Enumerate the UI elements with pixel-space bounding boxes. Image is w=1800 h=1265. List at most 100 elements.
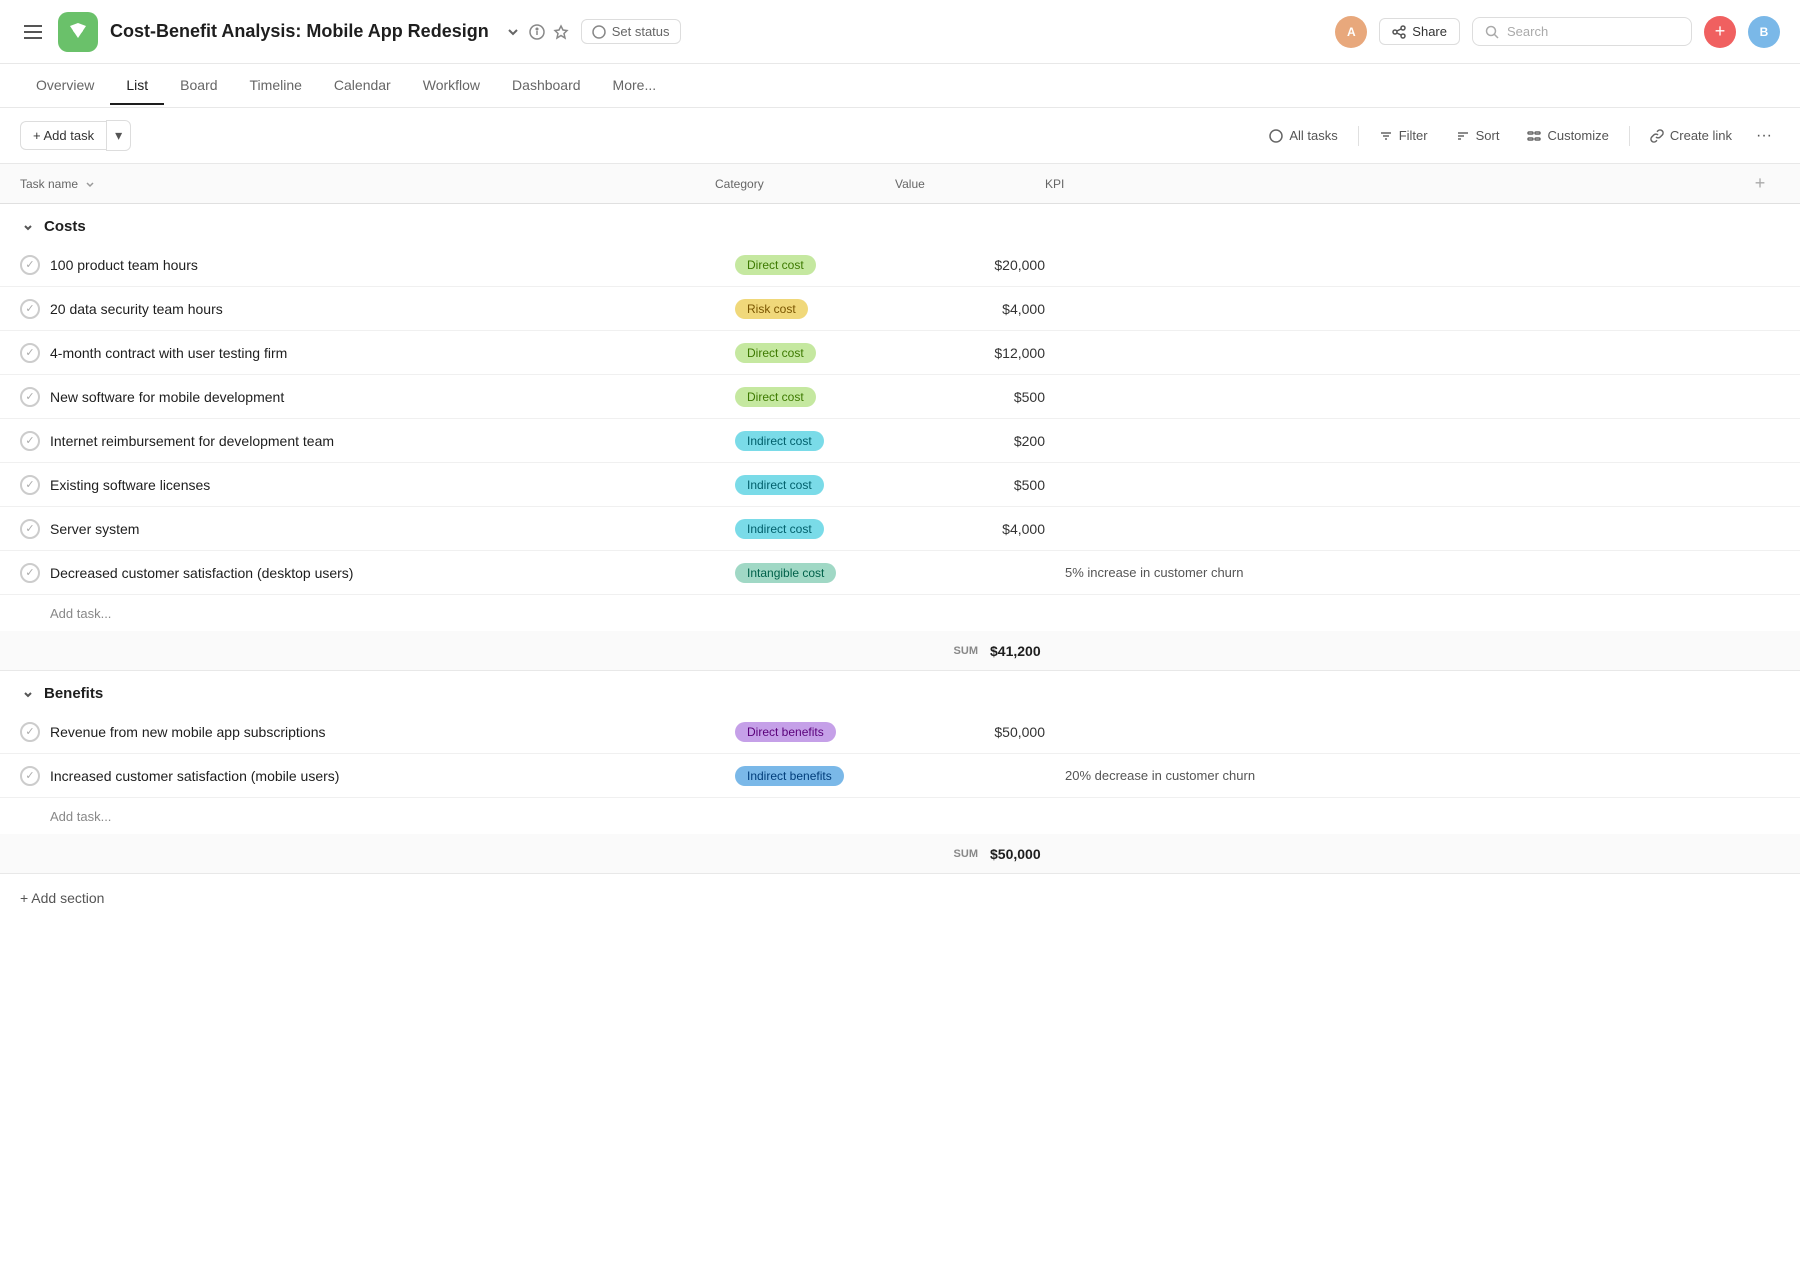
- task-name-col: ✓ New software for mobile development: [20, 387, 735, 407]
- info-icon[interactable]: [529, 24, 545, 40]
- link-icon: [1650, 129, 1664, 143]
- category-badge: Indirect benefits: [735, 766, 844, 786]
- task-category-col: Risk cost: [735, 299, 915, 319]
- table-row: ✓ 20 data security team hours Risk cost …: [0, 287, 1800, 331]
- task-value-col: $500: [915, 477, 1065, 493]
- create-link-button[interactable]: Create link: [1638, 122, 1744, 149]
- add-task-inline-benefits[interactable]: Add task...: [20, 809, 111, 824]
- chevron-down-icon[interactable]: [505, 24, 521, 40]
- tab-overview[interactable]: Overview: [20, 67, 110, 105]
- search-box[interactable]: Search: [1472, 17, 1692, 46]
- filter-button[interactable]: Filter: [1367, 122, 1440, 149]
- task-checkbox[interactable]: ✓: [20, 387, 40, 407]
- task-checkbox[interactable]: ✓: [20, 431, 40, 451]
- task-name: Revenue from new mobile app subscription…: [50, 724, 325, 740]
- tab-calendar[interactable]: Calendar: [318, 67, 407, 105]
- category-badge: Direct cost: [735, 343, 816, 363]
- table-row: ✓ Existing software licenses Indirect co…: [0, 463, 1800, 507]
- customize-icon: [1527, 129, 1541, 143]
- task-checkbox[interactable]: ✓: [20, 343, 40, 363]
- tab-dashboard[interactable]: Dashboard: [496, 67, 597, 105]
- header-right: A Share Search + B: [1335, 16, 1780, 48]
- sum-label: SUM: [930, 645, 982, 657]
- sum-label-b: SUM: [930, 848, 982, 860]
- tab-timeline[interactable]: Timeline: [234, 67, 318, 105]
- toolbar-right: All tasks Filter Sort Customize Create l…: [1257, 121, 1780, 151]
- task-checkbox[interactable]: ✓: [20, 299, 40, 319]
- sum-value-costs: $41,200: [990, 643, 1060, 659]
- task-checkbox[interactable]: ✓: [20, 255, 40, 275]
- col-category-header: Category: [715, 177, 895, 191]
- sum-value-benefits: $50,000: [990, 846, 1060, 862]
- customize-button[interactable]: Customize: [1515, 122, 1620, 149]
- tab-workflow[interactable]: Workflow: [407, 67, 496, 105]
- task-value-col: $12,000: [915, 345, 1065, 361]
- task-checkbox[interactable]: ✓: [20, 519, 40, 539]
- add-button[interactable]: +: [1704, 16, 1736, 48]
- category-badge: Risk cost: [735, 299, 808, 319]
- task-value-col: $4,000: [915, 521, 1065, 537]
- section-benefits-header: Benefits: [0, 671, 1800, 710]
- task-category-col: Indirect cost: [735, 475, 915, 495]
- divider-1: [1358, 126, 1359, 146]
- avatar-2: B: [1748, 16, 1780, 48]
- add-section-label: + Add section: [20, 890, 104, 906]
- task-value-col: $4,000: [915, 301, 1065, 317]
- table-row: ✓ Decreased customer satisfaction (deskt…: [0, 551, 1800, 595]
- task-name-col: ✓ Revenue from new mobile app subscripti…: [20, 722, 735, 742]
- task-checkbox[interactable]: ✓: [20, 722, 40, 742]
- task-name: Decreased customer satisfaction (desktop…: [50, 565, 353, 581]
- col-chevron-icon[interactable]: [84, 178, 96, 190]
- category-badge: Indirect cost: [735, 431, 824, 451]
- hamburger-menu[interactable]: [20, 21, 46, 43]
- section-benefits-toggle[interactable]: [20, 686, 36, 702]
- table-row: ✓ Server system Indirect cost $4,000: [0, 507, 1800, 551]
- col-add-button[interactable]: +: [1740, 173, 1780, 194]
- task-category-col: Indirect benefits: [735, 766, 915, 786]
- task-name-col: ✓ Increased customer satisfaction (mobil…: [20, 766, 735, 786]
- tab-list[interactable]: List: [110, 67, 164, 105]
- task-name: 4-month contract with user testing firm: [50, 345, 287, 361]
- add-task-inline-costs[interactable]: Add task...: [20, 606, 111, 621]
- category-badge: Direct cost: [735, 387, 816, 407]
- more-button[interactable]: ···: [1748, 121, 1780, 151]
- add-task-group: + Add task ▾: [20, 120, 131, 151]
- set-status-button[interactable]: Set status: [581, 19, 681, 44]
- task-checkbox[interactable]: ✓: [20, 563, 40, 583]
- add-section-button[interactable]: + Add section: [0, 874, 1800, 922]
- avatar-1: A: [1335, 16, 1367, 48]
- table-row: ✓ Revenue from new mobile app subscripti…: [0, 710, 1800, 754]
- task-checkbox[interactable]: ✓: [20, 475, 40, 495]
- task-name-col: ✓ 100 product team hours: [20, 255, 735, 275]
- share-button[interactable]: Share: [1379, 18, 1460, 45]
- task-kpi-col: 5% increase in customer churn: [1065, 565, 1780, 580]
- table-row: ✓ 4-month contract with user testing fir…: [0, 331, 1800, 375]
- sort-button[interactable]: Sort: [1444, 122, 1512, 149]
- tab-more[interactable]: More...: [597, 67, 673, 105]
- add-task-button[interactable]: + Add task: [20, 121, 106, 150]
- nav-tabs: Overview List Board Timeline Calendar Wo…: [0, 64, 1800, 108]
- add-task-caret[interactable]: ▾: [106, 120, 131, 151]
- table-row: ✓ 100 product team hours Direct cost $20…: [0, 243, 1800, 287]
- col-kpi-header: KPI: [1045, 177, 1740, 191]
- tab-board[interactable]: Board: [164, 67, 233, 105]
- task-name-col: ✓ Internet reimbursement for development…: [20, 431, 735, 451]
- section-costs-toggle[interactable]: [20, 219, 36, 235]
- task-value-col: $500: [915, 389, 1065, 405]
- app-logo: [58, 12, 98, 52]
- star-icon[interactable]: [553, 24, 569, 40]
- circle-icon: [1269, 129, 1283, 143]
- toolbar: + Add task ▾ All tasks Filter Sort Custo…: [0, 108, 1800, 164]
- table-row: ✓ Increased customer satisfaction (mobil…: [0, 754, 1800, 798]
- task-checkbox[interactable]: ✓: [20, 766, 40, 786]
- section-costs-header: Costs: [0, 204, 1800, 243]
- task-kpi-col: 20% decrease in customer churn: [1065, 768, 1780, 783]
- task-category-col: Indirect cost: [735, 519, 915, 539]
- sum-row-costs: SUM $41,200: [0, 631, 1800, 671]
- title-actions: [505, 24, 569, 40]
- table-row: ✓ New software for mobile development Di…: [0, 375, 1800, 419]
- filter-icon: [1379, 129, 1393, 143]
- all-tasks-button[interactable]: All tasks: [1257, 122, 1349, 149]
- section-benefits-title: Benefits: [44, 685, 103, 702]
- task-category-col: Direct cost: [735, 255, 915, 275]
